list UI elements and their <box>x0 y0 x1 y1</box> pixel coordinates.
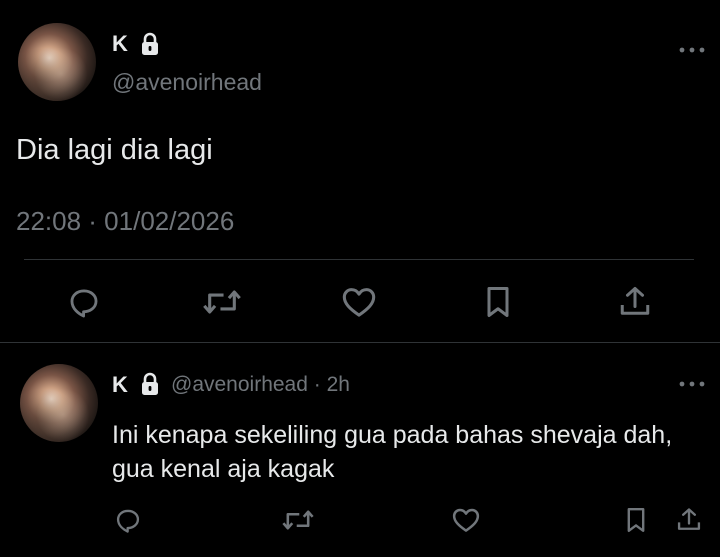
section-divider <box>0 342 720 343</box>
more-horizontal-icon[interactable] <box>676 374 708 394</box>
reply-bubble-icon[interactable] <box>110 502 146 538</box>
divider <box>24 259 694 260</box>
time-ago[interactable]: 2h <box>327 373 350 396</box>
lock-icon <box>139 32 161 56</box>
handle[interactable]: @avenoirhead <box>112 67 262 97</box>
retweet-icon[interactable] <box>278 502 318 538</box>
display-name[interactable]: K <box>112 371 128 399</box>
share-upload-icon[interactable] <box>614 282 656 322</box>
heart-icon[interactable] <box>338 282 380 322</box>
avatar[interactable] <box>18 23 96 101</box>
retweet-icon[interactable] <box>200 282 244 322</box>
meta-separator: · <box>313 373 321 396</box>
tweet-timestamp[interactable]: 22:08 · 01/02/2026 <box>16 205 234 237</box>
avatar[interactable] <box>20 364 98 442</box>
bookmark-icon[interactable] <box>478 282 518 322</box>
reply-meta: @avenoirhead · 2h <box>171 371 350 399</box>
lock-icon <box>139 372 161 396</box>
tweet-text: Ini kenapa sekeliling gua pada bahas she… <box>112 421 673 483</box>
heart-icon[interactable] <box>448 502 484 538</box>
handle[interactable]: @avenoirhead <box>171 373 308 396</box>
bookmark-icon[interactable] <box>620 502 652 538</box>
reply-bubble-icon[interactable] <box>64 282 104 322</box>
tweet-text: Dia lagi dia lagi <box>16 134 213 166</box>
more-horizontal-icon[interactable] <box>676 40 708 60</box>
display-name-text: K <box>112 31 128 56</box>
share-upload-icon[interactable] <box>672 502 706 538</box>
display-name[interactable]: K <box>112 30 128 58</box>
